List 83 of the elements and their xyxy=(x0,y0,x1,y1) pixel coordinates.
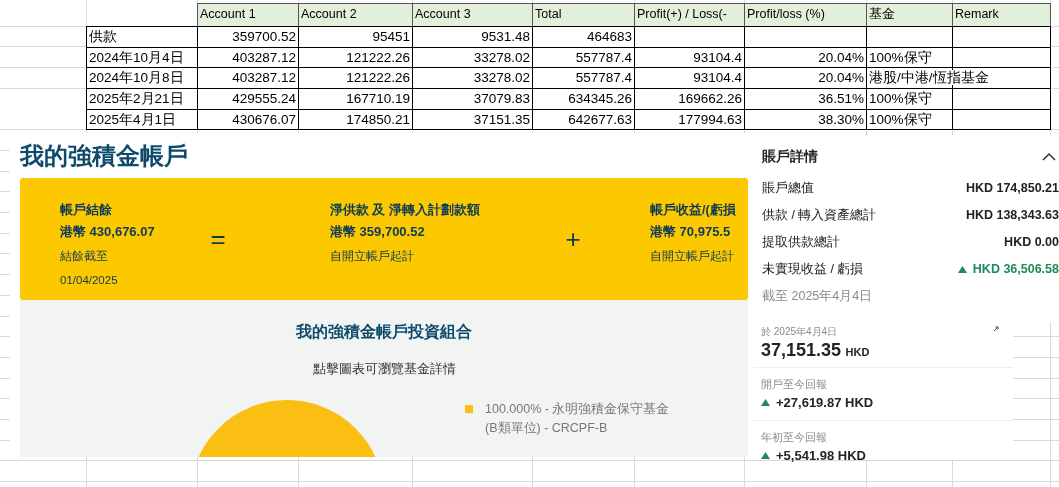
column-header: Profit(+) / Loss(- xyxy=(637,7,727,21)
table-cell: 38.30% xyxy=(818,111,864,127)
table-cell: 95451 xyxy=(372,29,410,44)
fund-cell: 100%保守 xyxy=(869,111,932,127)
operator-sign: + xyxy=(565,223,581,254)
portfolio-title: 我的強積金帳戶投資組合 xyxy=(295,322,473,342)
row-label: 2024年10月4日 xyxy=(89,49,184,65)
detail-value: HKD 174,850.21 xyxy=(965,181,1059,195)
return-value: +27,619.87 HKD xyxy=(776,393,874,412)
table-cell: 174850.21 xyxy=(346,111,410,127)
table-cell: 642677.63 xyxy=(568,111,632,127)
fund-value: 37,151.35 HKD xyxy=(761,342,870,359)
row-label: 2025年4月1日 xyxy=(89,111,177,127)
table-cell: 167710.19 xyxy=(346,91,410,107)
summary-amount: 港幣 70,975.5 xyxy=(650,223,732,241)
page-title: 我的強積金帳戶 xyxy=(19,141,189,171)
as-of-date: 截至 2025年4月4日 xyxy=(762,289,873,303)
summary-note: 結餘截至 xyxy=(60,249,109,264)
table-cell: 121222.26 xyxy=(346,70,410,86)
row-label: 供款 xyxy=(89,29,117,44)
column-header: Remark xyxy=(955,7,999,21)
summary-amount: 港幣 430,676.07 xyxy=(60,223,156,241)
fund-cell: 港股/中港/恆指基金 xyxy=(869,70,989,86)
summary-label: 帳戶收益/(虧損 xyxy=(650,202,737,219)
up-triangle-icon xyxy=(957,266,967,273)
table-cell: 359700.52 xyxy=(232,29,296,44)
table-cell: 430676.07 xyxy=(232,111,296,127)
table-cell: 20.04% xyxy=(818,70,864,86)
table-cell: 33278.02 xyxy=(473,49,530,65)
detail-label: 未實現收益 / 虧損 xyxy=(762,261,864,278)
row-label: 2024年10月8日 xyxy=(89,70,184,86)
fund-date: 於 2025年4月4日 xyxy=(761,325,838,339)
summary-note: 自開立帳戶起計 xyxy=(650,249,735,264)
return-label: 開戶至今回報 xyxy=(761,377,828,392)
table-cell: 93104.4 xyxy=(693,49,742,65)
legend-swatch-icon xyxy=(465,405,473,413)
return-label: 年初至今回報 xyxy=(761,430,828,445)
table-cell: 20.04% xyxy=(818,49,864,65)
return-value: +5,541.98 HKD xyxy=(776,446,866,465)
table-cell: 177994.63 xyxy=(678,111,742,127)
summary-note: 自開立帳戶起計 xyxy=(330,249,415,264)
table-cell: 93104.4 xyxy=(693,70,742,86)
detail-value: HKD 36,506.58 xyxy=(972,261,1059,278)
table-cell: 464683 xyxy=(586,29,632,44)
up-triangle-icon xyxy=(761,451,770,459)
summary-date: 01/04/2025 xyxy=(60,273,119,288)
table-cell: 403287.12 xyxy=(232,49,296,65)
table-cell: 429555.24 xyxy=(232,91,296,107)
up-triangle-icon xyxy=(761,398,770,406)
detail-label: 提取供款總計 xyxy=(762,234,840,251)
table-cell: 37151.35 xyxy=(473,111,530,127)
detail-label: 供款 / 轉入資產總計 xyxy=(762,207,877,224)
table-cell: 634345.26 xyxy=(568,91,632,107)
column-header: Account 2 xyxy=(301,7,357,21)
summary-label: 淨供款 及 淨轉入計劃款額 xyxy=(330,202,481,219)
table-cell: 557787.4 xyxy=(575,49,632,65)
summary-label: 帳戶結餘 xyxy=(60,202,113,219)
fund-cell: 100%保守 xyxy=(869,91,932,107)
legend-text: 100.000% - 永明強積金保守基金 (B類單位) - CRCPF-B xyxy=(485,401,671,437)
detail-value: HKD 0.00 xyxy=(1004,235,1059,249)
table-cell: 37079.83 xyxy=(473,91,530,107)
table-cell: 9531.48 xyxy=(481,29,530,44)
column-header: Account 3 xyxy=(415,7,471,21)
table-cell: 169662.26 xyxy=(678,91,742,107)
table-cell: 557787.4 xyxy=(575,70,632,86)
panel-title: 賬戶詳情 xyxy=(762,146,818,166)
detail-value: HKD 138,343.63 xyxy=(965,208,1059,222)
table-cell: 121222.26 xyxy=(346,49,410,65)
fund-cell: 100%保守 xyxy=(869,49,932,65)
external-link-icon[interactable] xyxy=(993,326,999,332)
table-cell: 403287.12 xyxy=(232,70,296,86)
column-header: Profit/loss (%) xyxy=(747,7,825,21)
detail-label: 賬戶總值 xyxy=(762,180,814,197)
summary-amount: 港幣 359,700.52 xyxy=(330,223,426,241)
column-header: Total xyxy=(535,7,562,21)
row-label: 2025年2月21日 xyxy=(89,91,184,107)
chevron-icon[interactable] xyxy=(1042,151,1056,161)
operator-sign: = xyxy=(210,223,226,254)
column-header: Account 1 xyxy=(200,7,256,21)
column-header: 基金 xyxy=(869,7,895,21)
table-cell: 33278.02 xyxy=(473,70,530,86)
table-cell: 36.51% xyxy=(818,91,864,107)
chart-hint: 點擊圖表可瀏覽基金詳情 xyxy=(312,362,456,376)
